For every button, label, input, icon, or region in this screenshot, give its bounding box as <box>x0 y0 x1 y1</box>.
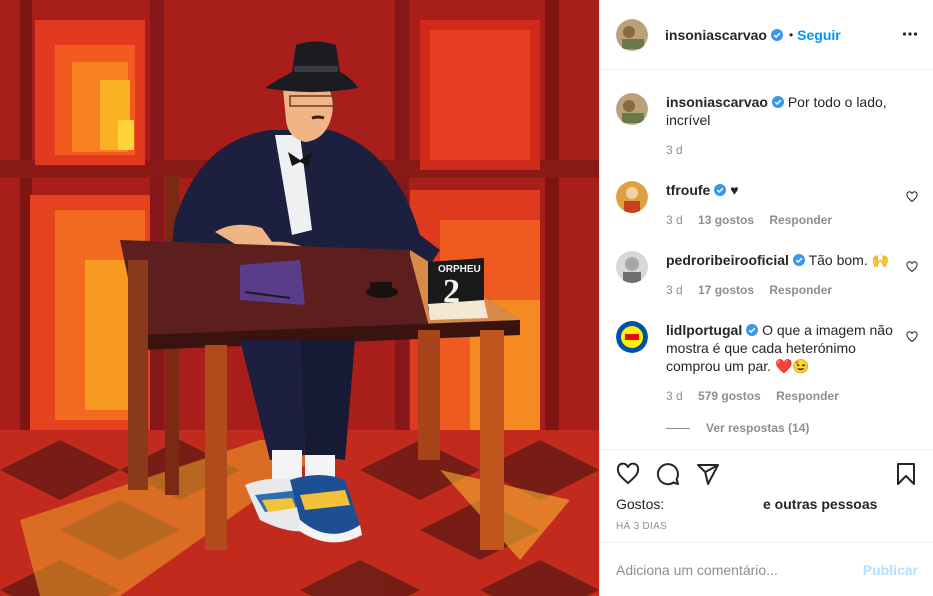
verified-badge-icon <box>746 324 759 336</box>
post-side-panel: insoniascarvao • Seguir insoniascarvao P… <box>599 0 933 596</box>
caption-body: insoniascarvao Por todo o lado, incrível <box>666 93 898 129</box>
comment-item: lidlportugal O que a imagem não mostra é… <box>616 321 918 411</box>
share-paper-plane-icon[interactable] <box>696 462 720 486</box>
reply-button[interactable]: Responder <box>776 389 839 403</box>
publish-button[interactable]: Publicar <box>863 562 918 578</box>
caption-time[interactable]: 3 d <box>666 143 683 157</box>
comment-item: pedroribeirooficial Tão bom. 🙌 3 d 17 go… <box>616 251 918 301</box>
author-avatar[interactable] <box>616 18 648 51</box>
verified-badge-icon <box>714 184 727 196</box>
post-header: insoniascarvao • Seguir <box>600 0 933 70</box>
comment-meta: 3 d 17 gostos Responder <box>666 283 844 297</box>
artwork-calendar: ORPHEU 2 <box>428 258 488 320</box>
comment-time[interactable]: 3 d <box>666 283 683 297</box>
comment-meta: 3 d 13 gostos Responder <box>666 213 844 227</box>
comment-time[interactable]: 3 d <box>666 213 683 227</box>
comment-username[interactable]: tfroufe <box>666 182 710 198</box>
add-comment-bar: Publicar <box>600 542 933 596</box>
comment-bubble-icon[interactable] <box>656 462 680 486</box>
caption-username[interactable]: insoniascarvao <box>666 94 768 110</box>
reply-button[interactable]: Responder <box>769 213 832 227</box>
comment-like-count[interactable]: 579 gostos <box>698 389 761 403</box>
author-username[interactable]: insoniascarvao <box>665 27 767 43</box>
caption-meta: 3 d <box>666 143 695 157</box>
comments-list[interactable]: insoniascarvao Por todo o lado, incrível… <box>600 71 933 449</box>
verified-badge-icon <box>771 96 784 108</box>
verified-badge-icon <box>770 28 783 41</box>
save-bookmark-icon[interactable] <box>894 462 918 486</box>
comment-like-count[interactable]: 17 gostos <box>698 283 754 297</box>
follow-button[interactable]: Seguir <box>797 27 841 43</box>
like-heart-icon[interactable] <box>616 462 640 486</box>
likes-label: Gostos: <box>616 496 665 512</box>
comment-like-heart-icon[interactable] <box>906 261 918 273</box>
comment-username[interactable]: lidlportugal <box>666 322 742 338</box>
comment-body: lidlportugal O que a imagem não mostra é… <box>666 321 898 375</box>
comment-like-count[interactable]: 13 gostos <box>698 213 754 227</box>
post-date[interactable]: HÁ 3 DIAS <box>616 521 667 532</box>
comment-avatar[interactable] <box>616 181 648 213</box>
comment-like-heart-icon[interactable] <box>906 191 918 203</box>
comment-text: Tão bom. 🙌 <box>808 252 890 268</box>
caption-row: insoniascarvao Por todo o lado, incrível… <box>616 93 918 163</box>
comment-body: pedroribeirooficial Tão bom. 🙌 <box>666 251 898 269</box>
comment-avatar[interactable] <box>616 251 648 283</box>
comment-time[interactable]: 3 d <box>666 389 683 403</box>
more-options-icon[interactable] <box>902 26 918 42</box>
comment-avatar[interactable] <box>616 321 648 353</box>
painting-artwork: ORPHEU 2 <box>0 0 599 596</box>
reply-button[interactable]: Responder <box>769 283 832 297</box>
comment-item: tfroufe ♥ 3 d 13 gostos Responder <box>616 181 918 231</box>
action-bar <box>616 462 918 486</box>
caption-avatar[interactable] <box>616 93 648 125</box>
comment-input[interactable] <box>616 561 863 578</box>
instagram-post-view: ORPHEU 2 insoniascarvao • Seguir insonia… <box>0 0 933 596</box>
likes-others-link[interactable]: e outras pessoas <box>763 496 877 512</box>
post-image[interactable]: ORPHEU 2 <box>0 0 599 596</box>
comment-text: ♥ <box>730 182 739 198</box>
comment-meta: 3 d 579 gostos Responder <box>666 389 851 403</box>
post-actions-section: Gostos: e outras pessoas HÁ 3 DIAS Publi… <box>600 449 933 595</box>
likes-summary: Gostos: e outras pessoas <box>616 496 918 512</box>
replies-divider-line <box>666 427 690 429</box>
calendar-number-text: 2 <box>443 273 460 310</box>
comment-body: tfroufe ♥ <box>666 181 898 199</box>
comment-username[interactable]: pedroribeirooficial <box>666 252 789 268</box>
view-replies-label: Ver respostas (14) <box>706 421 810 435</box>
verified-badge-icon <box>792 254 805 266</box>
comment-like-heart-icon[interactable] <box>906 331 918 343</box>
header-separator: • <box>788 27 794 42</box>
view-replies-button[interactable]: Ver respostas (14) <box>666 421 809 435</box>
